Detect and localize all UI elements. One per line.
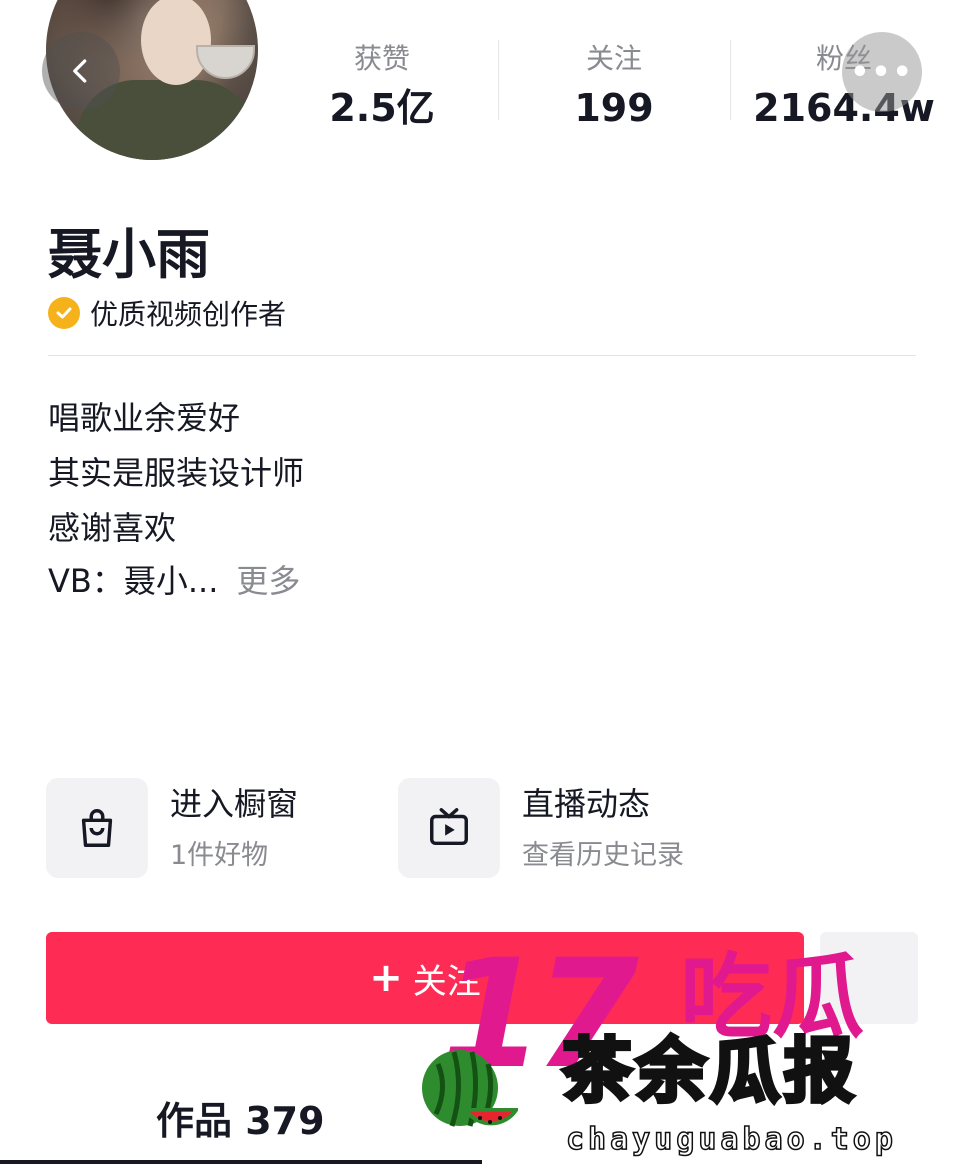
shop-subtitle: 1件好物 [170, 840, 269, 871]
likes-label: 获赞 [353, 42, 410, 75]
live-subtitle: 查看历史记录 [522, 840, 684, 871]
stat-divider [498, 40, 499, 120]
likes-value: 2.5亿 [329, 86, 435, 130]
more-options-button[interactable]: ••• [842, 32, 922, 112]
live-icon-box [398, 778, 500, 878]
shop-window-card[interactable]: 进入橱窗 1件好物 [46, 778, 298, 878]
shopping-bag-icon [81, 809, 113, 847]
bio-line: 唱歌业余爱好 [48, 399, 241, 437]
badge-label: 优质视频创作者 [90, 298, 287, 331]
tab-underline [0, 1160, 482, 1164]
shop-title: 进入橱窗 [170, 785, 299, 823]
following-label: 关注 [585, 42, 642, 75]
more-dots-icon: ••• [850, 54, 914, 90]
watermelon-icon [422, 1050, 518, 1127]
stat-divider [730, 40, 731, 120]
chevron-left-icon [73, 59, 87, 83]
back-button[interactable] [42, 32, 120, 110]
creator-badge[interactable]: 优质视频创作者 [48, 292, 286, 334]
watermark-url: chayuguabao.top [565, 1121, 897, 1158]
likes-stat: 获赞 2.5亿 [282, 38, 482, 136]
shop-icon-box [46, 778, 148, 878]
profile-name: 聂小雨 [48, 223, 210, 286]
bio-line: 其实是服装设计师 [48, 454, 305, 492]
bio-line: 感谢喜欢 [48, 509, 177, 547]
watermark-title: 茶余瓜报 [560, 1030, 858, 1112]
divider [48, 355, 916, 356]
following-value: 199 [574, 86, 654, 130]
following-stat[interactable]: 关注 199 [514, 38, 714, 136]
bio-line-text: VB：聂小... [48, 562, 219, 600]
plus-icon: + [369, 955, 403, 1001]
tab-works[interactable]: 作品 379 [156, 1090, 325, 1145]
live-history-card[interactable]: 直播动态 查看历史记录 [398, 778, 684, 878]
bio-more-link[interactable]: 更多 [236, 562, 300, 600]
tv-play-icon [430, 808, 468, 846]
bio-line: VB：聂小... 更多 [48, 553, 300, 609]
verified-check-icon [48, 297, 80, 329]
live-title: 直播动态 [522, 785, 651, 823]
